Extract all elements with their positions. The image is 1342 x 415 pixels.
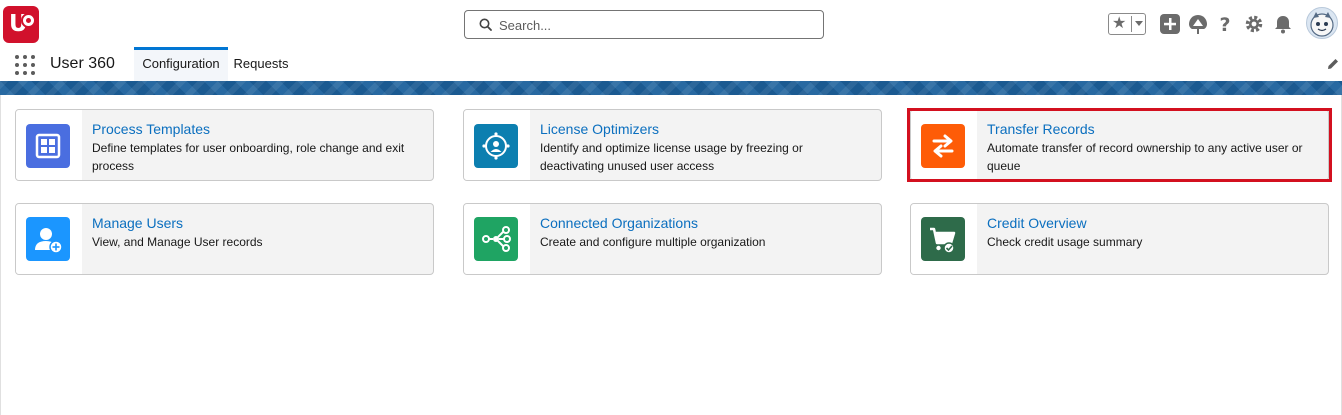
transfer-arrows-icon [921, 124, 965, 168]
app-logo[interactable]: U [3, 6, 39, 43]
add-icon[interactable] [1159, 13, 1181, 35]
search-input[interactable] [499, 15, 799, 35]
tab-label: Requests [233, 56, 289, 71]
global-search-box[interactable] [464, 10, 824, 39]
favorites-button[interactable]: ★ [1108, 13, 1146, 35]
card-title[interactable]: Manage Users [92, 215, 183, 231]
card-description: Create and configure multiple organizati… [540, 235, 766, 249]
card-title[interactable]: License Optimizers [540, 121, 659, 137]
search-icon [479, 18, 492, 31]
help-icon[interactable]: ? [1214, 13, 1236, 35]
cart-check-icon [921, 217, 965, 261]
card-description: Define templates for user onboarding, ro… [92, 141, 405, 173]
astro-avatar-icon [1310, 12, 1334, 37]
card-license-optimizers[interactable]: License Optimizers Identify and optimize… [463, 109, 882, 181]
global-header: U ★ ? [0, 0, 1342, 47]
app-name: User 360 [50, 55, 115, 72]
setup-gear-icon[interactable] [1243, 13, 1265, 35]
card-transfer-records[interactable]: Transfer Records Automate transfer of re… [910, 109, 1329, 181]
svg-text:?: ? [1219, 14, 1230, 35]
card-description: View, and Manage User records [92, 235, 263, 249]
header-decorative-band [0, 81, 1342, 95]
card-title[interactable]: Credit Overview [987, 215, 1087, 231]
card-description: Check credit usage summary [987, 235, 1143, 249]
notifications-bell-icon[interactable] [1272, 13, 1294, 35]
edit-pencil-icon[interactable] [1326, 57, 1340, 71]
user-add-icon [26, 217, 70, 261]
card-connected-organizations[interactable]: Connected Organizations Create and confi… [463, 203, 882, 275]
user-avatar[interactable] [1306, 7, 1338, 39]
license-optimize-icon [474, 124, 518, 168]
card-title[interactable]: Connected Organizations [540, 215, 698, 231]
card-process-templates[interactable]: Process Templates Define templates for u… [15, 109, 434, 181]
card-manage-users[interactable]: Manage Users View, and Manage User recor… [15, 203, 434, 275]
card-credit-overview[interactable]: Credit Overview Check credit usage summa… [910, 203, 1329, 275]
trailhead-icon[interactable] [1187, 13, 1209, 35]
card-description: Identify and optimize license usage by f… [540, 141, 803, 173]
card-title[interactable]: Process Templates [92, 121, 210, 137]
app-nav-bar: User 360 Configuration Requests [0, 47, 1342, 81]
main-content: Process Templates Define templates for u… [0, 95, 1342, 415]
favorites-star-icon: ★ [1112, 15, 1127, 32]
grid-template-icon [26, 124, 70, 168]
tab-configuration[interactable]: Configuration [134, 47, 228, 81]
card-title[interactable]: Transfer Records [987, 121, 1095, 137]
card-description: Automate transfer of record ownership to… [987, 141, 1303, 173]
tab-label: Configuration [142, 56, 220, 71]
chevron-down-icon[interactable] [1135, 21, 1143, 26]
app-launcher-icon[interactable] [15, 55, 35, 75]
tab-requests[interactable]: Requests [228, 47, 294, 81]
connected-nodes-icon [474, 217, 518, 261]
